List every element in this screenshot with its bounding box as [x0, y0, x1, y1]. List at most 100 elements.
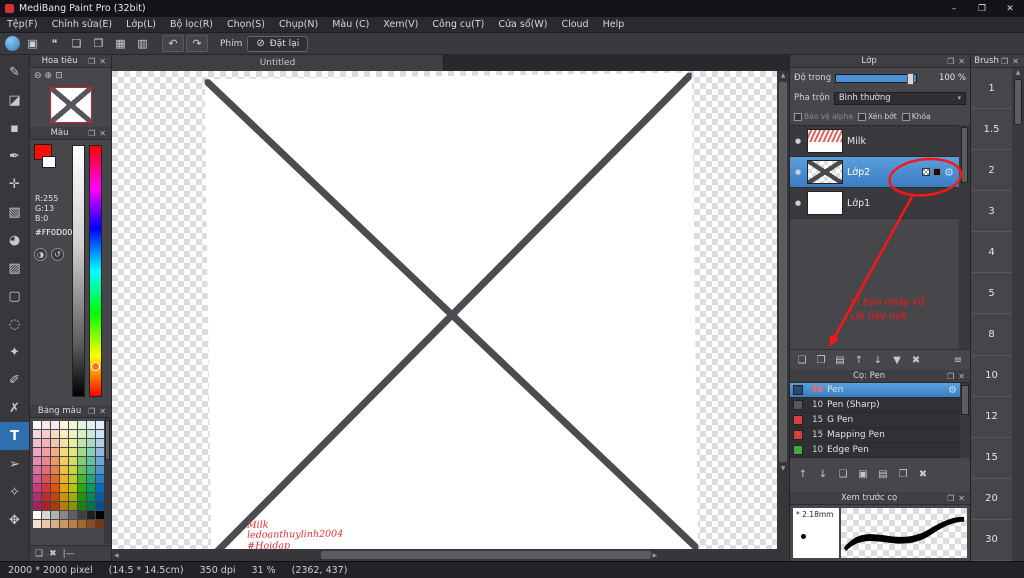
popout-icon[interactable]: ❐ — [945, 57, 956, 66]
palette-swatch[interactable] — [69, 475, 77, 483]
palette-swatch[interactable] — [87, 439, 95, 447]
add-brush-button[interactable]: ❏ — [835, 469, 851, 480]
brush-size-option[interactable]: 1.5 — [971, 109, 1012, 151]
palette-swatch[interactable] — [96, 493, 104, 501]
layer-settings-gear-icon[interactable]: ⚙ — [944, 166, 954, 179]
palette-swatch[interactable] — [33, 493, 41, 501]
bucket-tool[interactable]: ◕ — [0, 226, 29, 254]
palette-swatch[interactable] — [51, 520, 59, 528]
brush-scrollbar[interactable] — [960, 383, 970, 458]
palette-swatch[interactable] — [42, 493, 50, 501]
palette-swatch[interactable] — [69, 511, 77, 519]
palette-swatch[interactable] — [60, 484, 68, 492]
new-layer-button[interactable]: ❏ — [794, 355, 810, 366]
layer-alpha-chip-icon[interactable] — [922, 168, 931, 176]
palette-swatch[interactable] — [96, 475, 104, 483]
close-panel-icon[interactable]: ✕ — [956, 494, 967, 503]
palette-swatch[interactable] — [96, 439, 104, 447]
brush-size-option[interactable]: 15 — [971, 438, 1012, 479]
new-folder-button[interactable]: ▤ — [832, 355, 848, 366]
scroll-right-icon[interactable]: ▶ — [651, 551, 660, 560]
eraser-tool[interactable]: ◪ — [0, 86, 29, 114]
protect-alpha-checkbox[interactable] — [794, 112, 802, 121]
popout-icon[interactable]: ❐ — [945, 494, 956, 503]
palette-swatch[interactable] — [33, 421, 41, 429]
add-palette-color-button[interactable]: ❏ — [35, 549, 43, 559]
fill-tool[interactable]: ▧ — [0, 198, 29, 226]
popout-icon[interactable]: ❐ — [999, 57, 1010, 66]
vertical-scrollbar[interactable]: ▲ ▼ — [777, 71, 789, 549]
palette-swatch[interactable] — [87, 484, 95, 492]
palette-swatch[interactable] — [87, 430, 95, 438]
minimize-button[interactable]: – — [940, 0, 968, 17]
brush-size-option[interactable]: 8 — [971, 314, 1012, 356]
delete-layer-button[interactable]: ✖ — [908, 355, 924, 366]
palette-swatch[interactable] — [78, 520, 86, 528]
close-panel-icon[interactable]: ✕ — [956, 57, 967, 66]
brush-row[interactable]: 15 Mapping Pen — [790, 428, 960, 443]
background-color-swatch[interactable] — [42, 156, 56, 168]
navigator-preview[interactable] — [30, 84, 111, 126]
layer-row[interactable]: ● Milk — [790, 126, 959, 157]
menu-item[interactable]: Chụp(N) — [272, 17, 325, 33]
undo-button[interactable]: ↶ — [162, 35, 184, 52]
document-tab[interactable]: Untitled — [112, 55, 444, 71]
palette-swatch[interactable] — [96, 484, 104, 492]
palette-swatch[interactable] — [87, 511, 95, 519]
palette-swatch[interactable] — [69, 484, 77, 492]
palette-swatch[interactable] — [87, 493, 95, 501]
palette-swatch[interactable] — [60, 430, 68, 438]
close-panel-icon[interactable]: ✕ — [97, 129, 108, 138]
palette-swatch[interactable] — [96, 502, 104, 510]
palette-swatch[interactable] — [69, 439, 77, 447]
text-tool[interactable]: T — [0, 422, 29, 450]
brush-size-option[interactable]: 10 — [971, 356, 1012, 397]
menu-item[interactable]: Tệp(F) — [0, 17, 45, 33]
palette-swatch[interactable] — [42, 439, 50, 447]
palette-swatch[interactable] — [60, 457, 68, 465]
select-tool[interactable]: ▢ — [0, 282, 29, 310]
palette-swatch[interactable] — [96, 421, 104, 429]
close-button[interactable]: ✕ — [996, 0, 1024, 17]
palette-swatch[interactable] — [33, 439, 41, 447]
palette-swatch[interactable] — [96, 448, 104, 456]
hand-tool[interactable]: ✥ — [0, 506, 29, 534]
palette-swatch[interactable] — [78, 511, 86, 519]
palette-swatch[interactable] — [42, 520, 50, 528]
select-pen-tool[interactable]: ✐ — [0, 366, 29, 394]
lasso-tool[interactable]: ◌ — [0, 310, 29, 338]
palette-swatch[interactable] — [51, 511, 59, 519]
layer-menu-button[interactable]: ≡ — [950, 355, 966, 366]
palette-swatch[interactable] — [33, 520, 41, 528]
menu-item[interactable]: Chỉnh sửa(E) — [45, 17, 120, 33]
palette-swatch[interactable] — [87, 457, 95, 465]
brush-size-option[interactable]: 12 — [971, 397, 1012, 438]
merge-layer-button[interactable]: ▼ — [889, 355, 905, 366]
move-layer-down-button[interactable]: ↓ — [870, 355, 886, 366]
brush-row[interactable]: 15 G Pen — [790, 413, 960, 428]
palette-swatch[interactable] — [42, 430, 50, 438]
brush-tool[interactable]: ✎ — [0, 58, 29, 86]
comment-icon[interactable]: ❝ — [45, 35, 64, 52]
palette-swatch[interactable] — [69, 502, 77, 510]
palette-swatch[interactable] — [33, 502, 41, 510]
palette-swatch[interactable] — [78, 484, 86, 492]
scroll-down-icon[interactable]: ▼ — [779, 464, 788, 473]
popout-icon[interactable]: ❐ — [86, 129, 97, 138]
scroll-left-icon[interactable]: ◀ — [112, 551, 121, 560]
brush-size-option[interactable]: 20 — [971, 479, 1012, 520]
palette-swatch[interactable] — [42, 466, 50, 474]
horizontal-scrollbar[interactable]: ◀ ▶ — [112, 549, 777, 561]
close-panel-icon[interactable]: ✕ — [97, 57, 108, 66]
brush-size-option[interactable]: 5 — [971, 273, 1012, 315]
palette-swatch[interactable] — [51, 502, 59, 510]
menu-item[interactable]: Công cụ(T) — [425, 17, 491, 33]
palette-swatch[interactable] — [33, 511, 41, 519]
menu-item[interactable]: Chọn(S) — [220, 17, 272, 33]
palette-swatch[interactable] — [60, 421, 68, 429]
zoom-in-icon[interactable]: ⊕ — [45, 71, 53, 81]
brush-row[interactable]: 30 Pen ⚙ — [790, 383, 960, 398]
menu-item[interactable]: Màu (C) — [325, 17, 376, 33]
palette-swatch[interactable] — [87, 475, 95, 483]
brush-folder-button[interactable]: ▤ — [875, 469, 891, 480]
